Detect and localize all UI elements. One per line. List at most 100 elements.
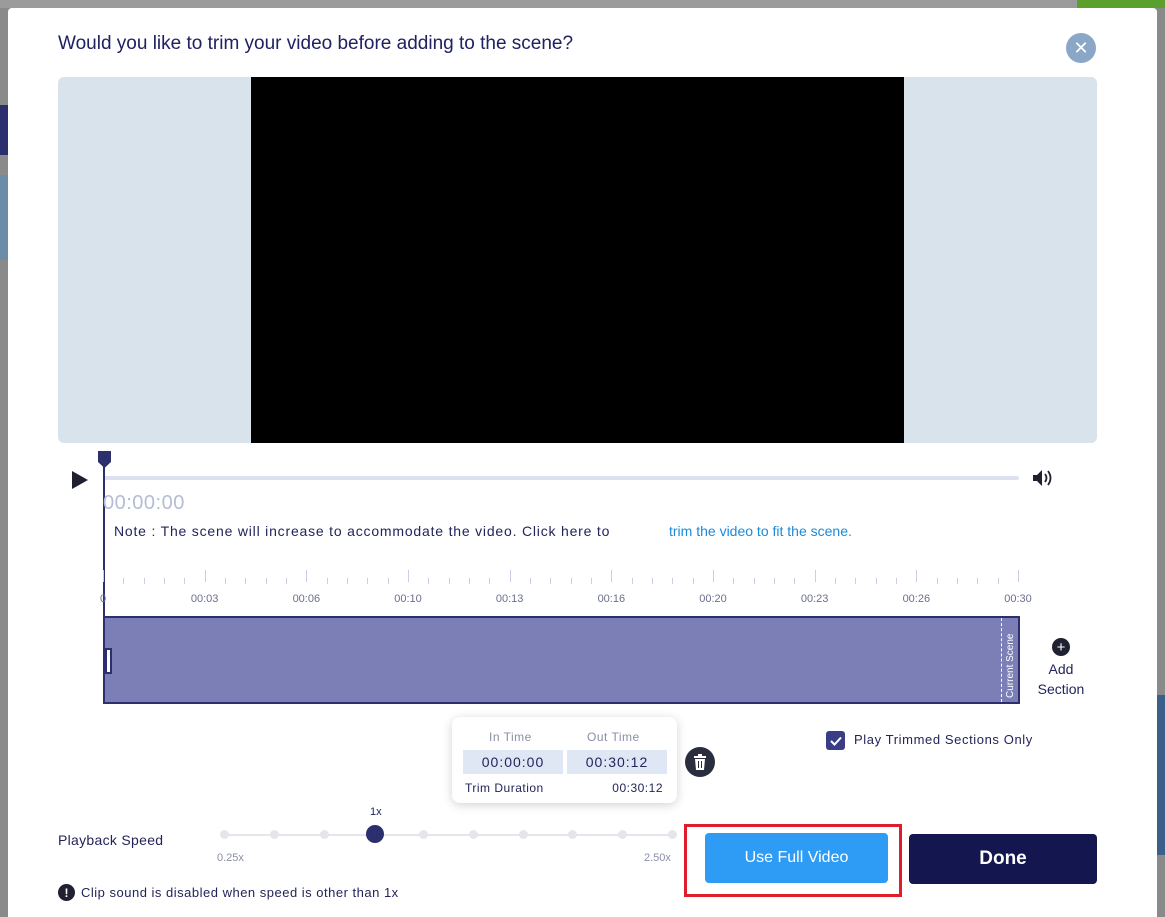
playhead-handle[interactable] <box>98 451 111 468</box>
ruler-label: 00:30 <box>1004 593 1032 605</box>
ruler-minor-tick <box>347 578 348 584</box>
ruler-minor-tick <box>123 578 125 584</box>
add-section-button[interactable]: + Add Section <box>1032 638 1090 699</box>
background-page <box>0 0 1165 8</box>
ruler-minor-tick <box>245 578 247 584</box>
ruler-major-tick <box>509 570 511 582</box>
speed-step-dot[interactable] <box>668 830 677 839</box>
speed-current-value: 1x <box>370 806 382 818</box>
ruler-minor-tick <box>326 578 328 584</box>
popup-arrow <box>556 707 576 717</box>
ruler-major-tick <box>306 570 308 582</box>
video-preview-area <box>58 77 1097 443</box>
speed-step-dot[interactable] <box>568 830 578 839</box>
ruler-minor-tick <box>367 578 369 584</box>
ruler-minor-tick <box>530 578 531 584</box>
ruler-major-tick <box>1018 570 1019 582</box>
trim-duration-label: Trim Duration <box>465 781 544 795</box>
playback-speed-label: Playback Speed <box>58 832 164 848</box>
ruler-minor-tick <box>855 578 857 584</box>
ruler-minor-tick <box>570 578 572 584</box>
ruler-minor-tick <box>794 578 796 584</box>
modal-title: Would you like to trim your video before… <box>58 33 574 54</box>
ruler-label: 00:20 <box>699 593 727 605</box>
ruler-minor-tick <box>428 578 430 584</box>
ruler-minor-tick <box>835 578 836 584</box>
ruler-major-tick <box>713 570 714 582</box>
ruler-minor-tick <box>164 578 165 584</box>
ruler-major-tick <box>814 570 816 582</box>
background-panel-right <box>1157 695 1165 855</box>
speed-step-dot[interactable] <box>618 830 628 839</box>
ruler-label: 00:26 <box>902 593 931 605</box>
speed-step-dot[interactable] <box>518 830 528 839</box>
ruler-minor-tick <box>489 578 491 584</box>
ruler-minor-tick <box>896 578 897 584</box>
ruler-minor-tick <box>774 578 775 584</box>
ruler-label: 00:13 <box>495 593 524 605</box>
ruler-minor-tick <box>692 578 694 584</box>
play-trimmed-label: Play Trimmed Sections Only <box>854 732 1033 747</box>
ruler-label: 00:03 <box>190 593 219 605</box>
ruler-minor-tick <box>936 578 938 584</box>
ruler-minor-tick <box>184 578 186 584</box>
use-full-video-button[interactable]: Use Full Video <box>705 833 888 883</box>
trash-icon <box>694 754 706 770</box>
volume-icon[interactable] <box>1032 469 1054 487</box>
close-button[interactable]: ✕ <box>1066 33 1096 63</box>
speed-step-dot[interactable] <box>319 830 329 839</box>
ruler-major-tick <box>408 570 409 582</box>
out-time-label: Out Time <box>587 730 640 744</box>
trim-duration-value: 00:30:12 <box>612 781 663 795</box>
add-section-label: Add Section <box>1037 661 1085 697</box>
current-scene-marker: Current Scene <box>1001 618 1018 702</box>
ruler-label: 0 <box>99 593 107 605</box>
in-time-field[interactable]: 00:00:00 <box>463 750 563 774</box>
note-text: Note : The scene will increase to accomm… <box>114 523 611 539</box>
ruler-minor-tick <box>225 578 226 584</box>
speed-slider-thumb[interactable] <box>366 825 384 843</box>
done-button[interactable]: Done <box>909 834 1097 884</box>
seek-bar[interactable] <box>104 476 1019 480</box>
ruler-minor-tick <box>448 578 450 584</box>
ruler-minor-tick <box>753 578 755 584</box>
ruler-minor-tick <box>997 578 999 584</box>
plus-icon: + <box>1052 638 1070 656</box>
speed-step-dot[interactable] <box>269 830 279 839</box>
close-icon: ✕ <box>1073 37 1089 58</box>
play-trimmed-checkbox[interactable] <box>826 731 845 750</box>
speed-step-dot[interactable] <box>220 830 229 839</box>
ruler-minor-tick <box>387 578 389 584</box>
ruler-label: 00:06 <box>292 593 321 605</box>
trim-video-modal: Would you like to trim your video before… <box>8 8 1157 917</box>
ruler-minor-tick <box>957 578 958 584</box>
ruler-minor-tick <box>286 578 287 584</box>
warning-icon: ! <box>58 884 75 901</box>
ruler-major-tick <box>204 570 206 582</box>
background-panel <box>0 105 8 155</box>
in-time-label: In Time <box>489 730 532 744</box>
trim-to-fit-link[interactable]: trim the video to fit the scene. <box>669 523 852 539</box>
trim-timeline[interactable]: Current Scene <box>103 616 1020 704</box>
ruler-minor-tick <box>591 578 592 584</box>
ruler-minor-tick <box>875 578 877 584</box>
current-timecode: 00:00:00 <box>103 492 185 514</box>
play-icon[interactable] <box>71 470 89 490</box>
ruler-minor-tick <box>733 578 735 584</box>
ruler-label: 00:16 <box>597 593 626 605</box>
delete-section-button[interactable] <box>685 747 715 777</box>
trim-popup: In Time Out Time 00:00:00 00:30:12 Trim … <box>452 717 677 803</box>
speed-step-dot[interactable] <box>419 830 429 839</box>
ruler-minor-tick <box>265 578 267 584</box>
video-frame[interactable] <box>251 77 904 443</box>
out-time-field[interactable]: 00:30:12 <box>567 750 667 774</box>
trim-handle-left[interactable] <box>105 648 112 674</box>
ruler-minor-tick <box>977 578 979 584</box>
ruler-label: 00:10 <box>394 593 422 605</box>
speed-step-dot[interactable] <box>468 830 478 839</box>
speed-min-label: 0.25x <box>217 852 244 864</box>
ruler-minor-tick <box>469 578 470 584</box>
speed-slider-track[interactable] <box>224 834 672 836</box>
ruler-minor-tick <box>550 578 552 584</box>
check-icon <box>829 736 842 746</box>
